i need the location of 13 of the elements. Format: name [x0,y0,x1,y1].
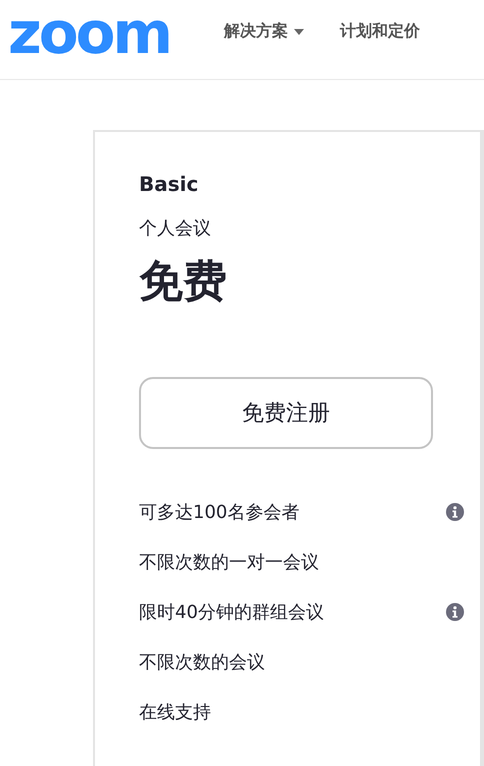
feature-text: 限时40分钟的群组会议 [139,601,324,624]
feature-text: 在线支持 [139,701,211,724]
feature-text: 可多达100名参会者 [139,501,300,524]
plan-name: Basic [139,172,200,196]
signup-button[interactable]: 免费注册 [139,377,433,449]
info-icon[interactable] [446,503,464,521]
plan-price: 免费 [139,255,228,309]
nav-link[interactable]: 计划和定价 [340,21,420,42]
plan-subtitle: 个人会议 [139,217,212,240]
feature-text: 不限次数的一对一会议 [139,551,319,574]
info-icon[interactable] [446,603,464,621]
nav-link[interactable]: 解决方案 [224,21,304,42]
feature-text: 不限次数的会议 [139,651,265,674]
